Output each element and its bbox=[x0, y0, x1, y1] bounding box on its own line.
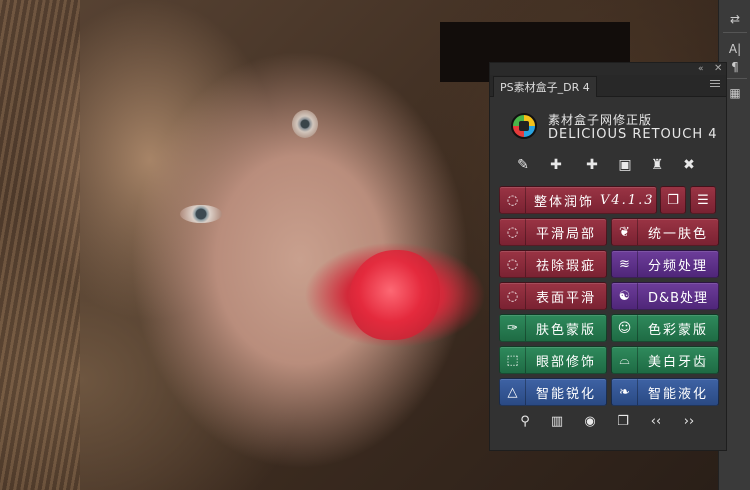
leaf-icon: ❦ bbox=[612, 219, 638, 245]
unify-skin-button[interactable]: ❦ 统一肤色 bbox=[611, 218, 719, 246]
remove-blemish-button[interactable]: ◌ 祛除瑕疵 bbox=[499, 250, 607, 278]
panel-menu-icon[interactable] bbox=[710, 80, 720, 88]
button-label: 平滑局部 bbox=[535, 226, 596, 242]
left-eye bbox=[180, 205, 222, 223]
button-label: 美白牙齿 bbox=[647, 354, 708, 370]
button-label: 祛除瑕疵 bbox=[535, 258, 596, 274]
overall-retouch-button[interactable]: ◌ 整体润饰 V4.1.3 bbox=[499, 186, 657, 214]
skin-mask-button[interactable]: ✑ 肤色蒙版 bbox=[499, 314, 607, 342]
teeth-icon: ⌓ bbox=[612, 347, 638, 373]
eye-retouch-button[interactable]: ⬚ 眼部修饰 bbox=[499, 346, 607, 374]
panel-title-bar: « ✕ bbox=[490, 63, 726, 75]
lasso-icon: ◌ bbox=[500, 219, 526, 245]
sliders-button[interactable]: ☰ bbox=[690, 186, 716, 214]
button-label: 智能锐化 bbox=[535, 386, 596, 402]
smooth-local-button[interactable]: ◌ 平滑局部 bbox=[499, 218, 607, 246]
close-icon[interactable]: ✕ bbox=[714, 63, 722, 75]
marquee-icon: ⬚ bbox=[500, 347, 526, 373]
button-label: 色彩蒙版 bbox=[647, 322, 708, 338]
teeth-whiten-button[interactable]: ⌓ 美白牙齿 bbox=[611, 346, 719, 374]
delicious-retouch-panel: « ✕ PS素材盒子_DR 4 素材盒子网修正版 DELICIOUS RETOU… bbox=[489, 62, 727, 451]
brand-title-en: DELICIOUS RETOUCH 4 bbox=[548, 127, 718, 142]
lasso-icon: ◌ bbox=[500, 187, 526, 213]
lasso-icon: ◌ bbox=[500, 251, 526, 277]
button-label: 分频处理 bbox=[647, 258, 708, 274]
swap-icon[interactable]: ⇄ bbox=[719, 8, 750, 30]
brand-title-cn: 素材盒子网修正版 bbox=[548, 113, 653, 127]
lips bbox=[350, 250, 440, 340]
yin-yang-icon: ☯ bbox=[612, 283, 638, 309]
flame-icon: ❧ bbox=[612, 379, 638, 405]
hair-texture bbox=[0, 0, 80, 490]
dropper-brush-icon[interactable]: ✎ bbox=[512, 155, 534, 175]
stamp-icon[interactable]: ♜ bbox=[646, 155, 668, 175]
chip-icon[interactable]: ▣ bbox=[614, 155, 636, 175]
version-label: V4.1.3 bbox=[600, 192, 655, 208]
next-icon[interactable]: ›› bbox=[678, 412, 700, 432]
button-label: 眼部修饰 bbox=[535, 354, 596, 370]
surface-smooth-button[interactable]: ◌ 表面平滑 bbox=[499, 282, 607, 310]
triangle-icon: △ bbox=[500, 379, 526, 405]
panel-tab-bar: PS素材盒子_DR 4 bbox=[490, 75, 726, 97]
bandage-icon[interactable]: ✚ bbox=[545, 155, 567, 175]
masks-icon: ☺ bbox=[612, 315, 638, 341]
frequency-separation-button[interactable]: ≋ 分频处理 bbox=[611, 250, 719, 278]
button-label: D&B处理 bbox=[647, 290, 709, 306]
eye-view-icon[interactable]: ◉ bbox=[579, 412, 601, 432]
layers-icon: ❐ bbox=[667, 192, 679, 208]
button-label: 表面平滑 bbox=[535, 290, 596, 306]
tab-ps-box[interactable]: PS素材盒子_DR 4 bbox=[493, 76, 597, 97]
zoom-icon[interactable]: ⚲ bbox=[514, 412, 536, 432]
button-label: 智能液化 bbox=[647, 386, 708, 402]
bandage-2-icon[interactable]: ✚ bbox=[581, 155, 603, 175]
button-label: 统一肤色 bbox=[647, 226, 708, 242]
sliders-icon: ☰ bbox=[697, 192, 709, 208]
logo-icon bbox=[511, 113, 537, 139]
eyedropper-icon: ✑ bbox=[500, 315, 526, 341]
lasso-icon: ◌ bbox=[500, 283, 526, 309]
color-mask-button[interactable]: ☺ 色彩蒙版 bbox=[611, 314, 719, 342]
button-label: 整体润饰 bbox=[534, 194, 595, 210]
right-eye bbox=[292, 110, 318, 138]
prev-icon[interactable]: ‹‹ bbox=[645, 412, 667, 432]
book-icon[interactable]: ▥ bbox=[546, 412, 568, 432]
collapse-icon[interactable]: « bbox=[698, 63, 704, 75]
wave-icon: ≋ bbox=[612, 251, 638, 277]
layers-button[interactable]: ❐ bbox=[660, 186, 686, 214]
smart-liquify-button[interactable]: ❧ 智能液化 bbox=[611, 378, 719, 406]
copy-icon[interactable]: ❐ bbox=[612, 412, 634, 432]
dodge-burn-button[interactable]: ☯ D&B处理 bbox=[611, 282, 719, 310]
button-label: 肤色蒙版 bbox=[535, 322, 596, 338]
stamp-x-icon[interactable]: ✖ bbox=[678, 155, 700, 175]
smart-sharpen-button[interactable]: △ 智能锐化 bbox=[499, 378, 607, 406]
